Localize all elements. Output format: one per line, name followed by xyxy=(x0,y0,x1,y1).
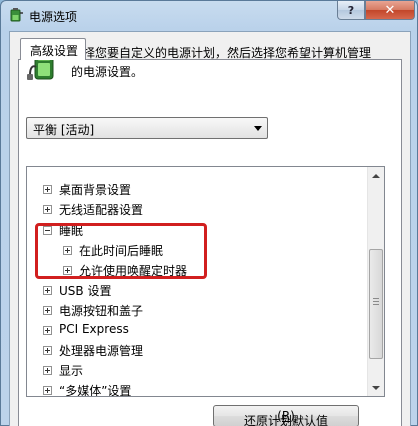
expand-icon[interactable] xyxy=(63,246,72,255)
window-title: 电源选项 xyxy=(29,10,78,24)
expand-icon[interactable] xyxy=(43,205,52,214)
scroll-down-button[interactable] xyxy=(368,379,384,396)
tree-item-multimedia[interactable]: “多媒体”设置 xyxy=(27,380,367,397)
tree-item-label: 电源按钮和盖子 xyxy=(59,304,144,318)
expand-icon[interactable] xyxy=(43,326,52,335)
expand-icon[interactable] xyxy=(43,386,52,395)
description-text: 选择您要自定义的电源计划，然后选择您希望计算机管理的电源设置。 xyxy=(71,46,372,79)
close-icon: ✕ xyxy=(384,2,396,18)
expand-icon[interactable] xyxy=(43,185,52,194)
tab-label: 高级设置 xyxy=(30,44,79,58)
tab-advanced-settings[interactable]: 高级设置 xyxy=(20,38,86,60)
collapse-icon[interactable] xyxy=(43,226,52,235)
grip-line xyxy=(373,304,379,305)
power-plan-value: 平衡 [活动] xyxy=(33,123,95,137)
power-options-window: 电源选项 ? ✕ 高级设置 选择您要自定义的电源计划，然后选择您希望计算机管理的… xyxy=(0,0,418,426)
expand-icon[interactable] xyxy=(43,306,52,315)
tree-item-label: 处理器电源管理 xyxy=(59,344,144,358)
close-button[interactable]: ✕ xyxy=(365,1,415,20)
help-icon: ? xyxy=(347,3,355,17)
tree-item-label: 桌面背景设置 xyxy=(59,183,132,197)
tree-item-sleep[interactable]: 睡眠 xyxy=(27,220,367,240)
expand-icon[interactable] xyxy=(43,346,52,355)
tree-item-usb-settings[interactable]: USB 设置 xyxy=(27,280,367,300)
tree-item-wireless-adapter[interactable]: 无线适配器设置 xyxy=(27,199,367,219)
grip-line xyxy=(373,301,379,302)
tree-item-wake-timers[interactable]: 允许使用唤醒定时器 xyxy=(27,260,367,280)
power-options-icon xyxy=(10,8,23,22)
tree-item-pci-express[interactable]: PCI Express xyxy=(27,320,367,340)
tree-item-desktop-background[interactable]: 桌面背景设置 xyxy=(27,179,367,199)
tree-item-label: PCI Express xyxy=(59,322,129,336)
expand-icon[interactable] xyxy=(43,366,52,375)
expand-icon[interactable] xyxy=(43,286,52,295)
tree-item-processor-power[interactable]: 处理器电源管理 xyxy=(27,340,367,360)
tree-item-label: USB 设置 xyxy=(59,284,112,298)
tree-item-label: 睡眠 xyxy=(59,224,84,238)
scroll-up-button[interactable] xyxy=(368,167,384,184)
tree-item-label: “多媒体”设置 xyxy=(59,384,132,397)
title-bar[interactable]: 电源选项 ? ✕ xyxy=(1,1,417,31)
restore-defaults-label: 还原计划默认值 (R) xyxy=(243,409,328,426)
expand-icon[interactable] xyxy=(63,266,72,275)
tree-item-label: 在此时间后睡眠 xyxy=(79,244,164,258)
restore-defaults-button[interactable]: 还原计划默认值 (R) xyxy=(213,405,359,426)
arrow-down-icon xyxy=(372,385,380,390)
tree-item-label: 允许使用唤醒定时器 xyxy=(79,264,188,278)
scroll-thumb[interactable] xyxy=(369,249,383,359)
tree-item-sleep-after[interactable]: 在此时间后睡眠 xyxy=(27,240,367,260)
arrow-up-icon xyxy=(372,173,380,178)
tree-item-label: 无线适配器设置 xyxy=(59,203,144,217)
settings-tree[interactable]: 桌面背景设置 无线适配器设置 睡眠 在此时间后睡眠 允许使用唤醒定时器 USB … xyxy=(26,166,385,397)
grip-line xyxy=(373,298,379,299)
power-plan-select[interactable]: 平衡 [活动] xyxy=(26,117,268,139)
tree-scrollbar[interactable] xyxy=(367,167,384,396)
tree-item-display[interactable]: 显示 xyxy=(27,360,367,380)
help-button[interactable]: ? xyxy=(337,1,365,20)
chevron-down-icon xyxy=(254,126,262,131)
tree-item-power-buttons-lid[interactable]: 电源按钮和盖子 xyxy=(27,300,367,320)
tree-item-label: 显示 xyxy=(59,364,84,378)
